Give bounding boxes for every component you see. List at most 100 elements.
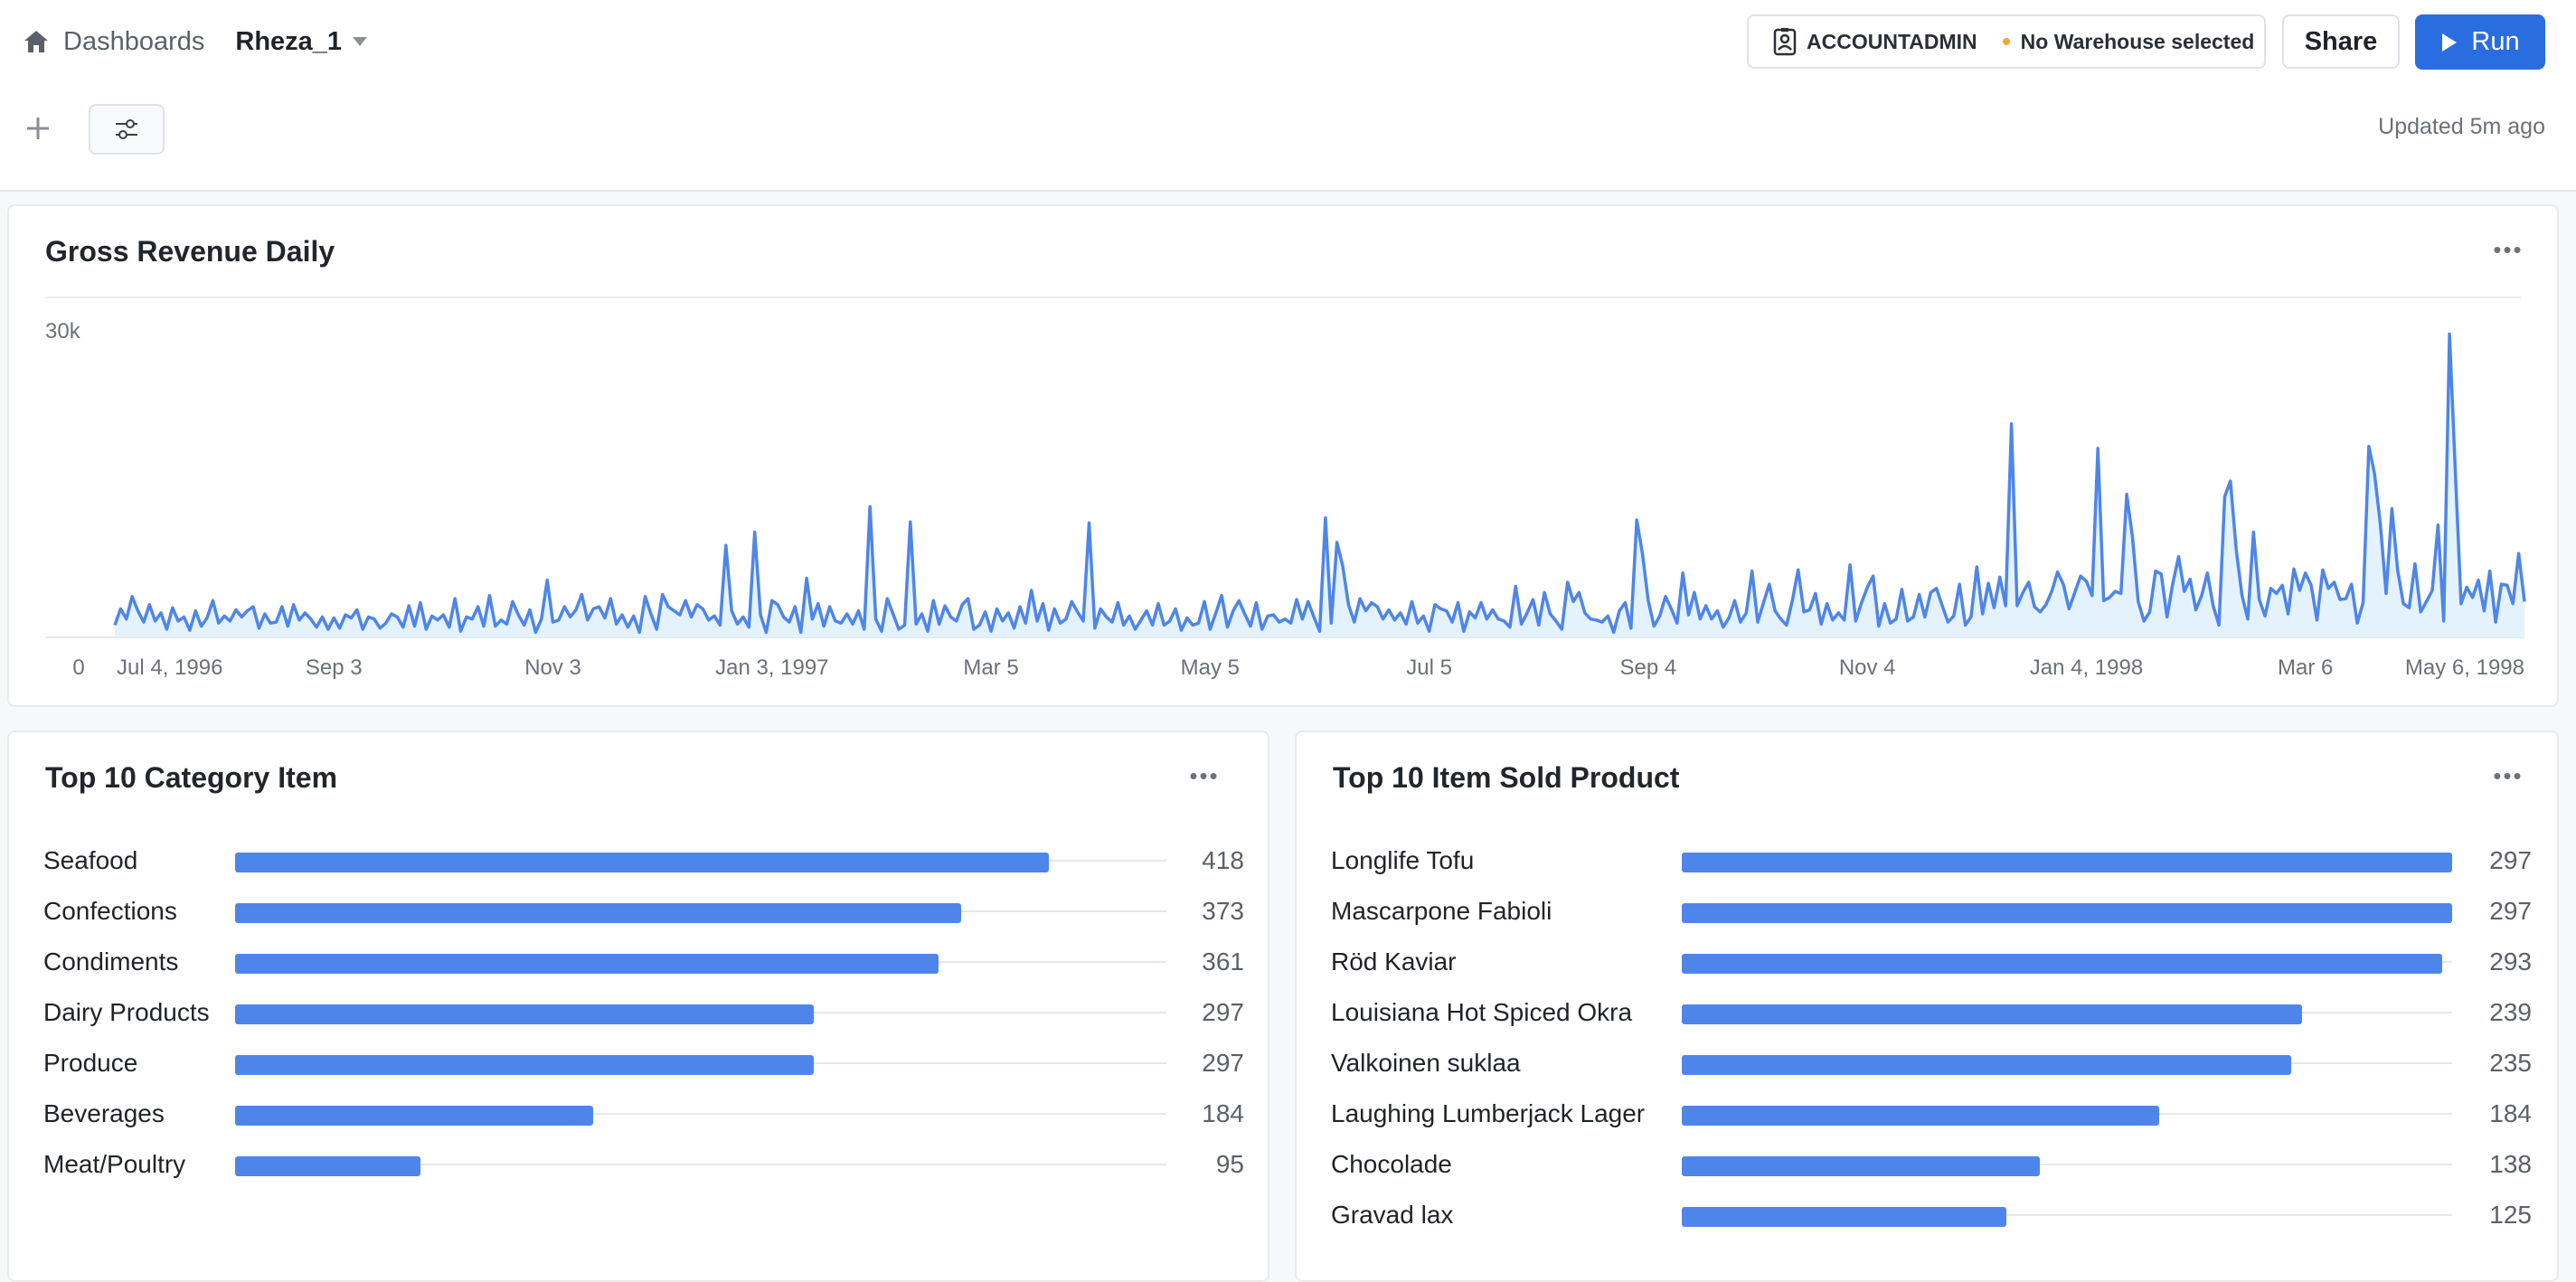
bar[interactable]	[1682, 954, 2442, 974]
bar-row: Mascarpone Fabioli 297	[1331, 886, 2534, 937]
revenue-chart-tile: Gross Revenue Daily ••• 30k 0 Jul 4, 1996 S…	[7, 204, 2559, 707]
bar-category-label: Condiments	[43, 947, 179, 976]
x-tick-label: Jan 4, 1998	[2030, 655, 2143, 680]
run-button[interactable]: Run	[2415, 14, 2545, 70]
plus-icon	[27, 118, 49, 139]
play-icon	[2442, 33, 2458, 52]
bar[interactable]	[1682, 1207, 2006, 1227]
category-bar-tile: Top 10 Category Item ••• Seafood 418 Confe…	[7, 731, 1269, 1282]
role-warehouse-selector[interactable]: ACCOUNTADMIN No Warehouse selected	[1747, 14, 2266, 69]
bar-category-label: Longlife Tofu	[1331, 846, 1475, 874]
bar-category-label: Seafood	[43, 846, 138, 874]
bar-category-label: Gravad lax	[1331, 1201, 1454, 1229]
last-updated-text: Updated 5m ago	[2378, 114, 2545, 139]
bar-value-label: 297	[2489, 897, 2532, 925]
bar-category-label: Valkoinen suklaa	[1331, 1049, 1521, 1077]
bar-row: Laughing Lumberjack Lager 184	[1331, 1089, 2534, 1139]
bar-row: Condiments 361	[43, 937, 1246, 987]
revenue-series-line	[113, 332, 2526, 635]
bar-value-label: 373	[1202, 897, 1244, 925]
breadcrumb-dashboards-link[interactable]: Dashboards	[63, 27, 204, 57]
more-horizontal-icon[interactable]: •••	[1183, 759, 1226, 792]
bar-row: Gravad lax 125	[1331, 1190, 2534, 1240]
bar[interactable]	[235, 853, 1050, 872]
tile-title: Top 10 Category Item	[45, 761, 338, 794]
role-name: ACCOUNTADMIN	[1807, 29, 1977, 53]
bar[interactable]	[1682, 1106, 2159, 1126]
home-icon[interactable]	[20, 25, 52, 58]
bar-row: Seafood 418	[43, 835, 1246, 886]
x-tick-label: Nov 3	[524, 655, 581, 680]
bar-category-label: Produce	[43, 1049, 138, 1077]
bar-row: Chocolade 138	[1331, 1139, 2534, 1190]
bar-category-label: Chocolade	[1331, 1150, 1452, 1178]
bar-row: Valkoinen suklaa 235	[1331, 1038, 2534, 1089]
bar-value-label: 235	[2489, 1049, 2532, 1077]
bar-category-label: Dairy Products	[43, 998, 210, 1026]
bar-row: Confections 373	[43, 886, 1246, 937]
add-tile-button[interactable]	[20, 110, 56, 146]
bar-category-label: Louisiana Hot Spiced Okra	[1331, 998, 1633, 1026]
bar[interactable]	[1682, 1156, 2040, 1176]
bar-row: Röd Kaviar 293	[1331, 937, 2534, 987]
bar-value-label: 297	[1202, 998, 1244, 1026]
product-bar-tile: Top 10 Item Sold Product ••• Longlife To…	[1295, 731, 2559, 1282]
bar-row: Dairy Products 297	[43, 987, 1246, 1038]
bar[interactable]	[235, 1156, 420, 1176]
bar-value-label: 293	[2489, 947, 2532, 976]
bar-category-label: Confections	[43, 897, 177, 925]
x-tick-label: Jul 4, 1996	[117, 655, 222, 680]
chevron-down-icon[interactable]	[353, 37, 368, 46]
x-tick-label: Jul 5	[1406, 655, 1452, 680]
share-button[interactable]: Share	[2282, 14, 2400, 69]
more-horizontal-icon[interactable]: •••	[2486, 759, 2530, 792]
x-tick-label: May 6, 1998	[2405, 655, 2524, 680]
bar-row: Longlife Tofu 297	[1331, 835, 2534, 886]
bar-value-label: 95	[1215, 1150, 1244, 1178]
x-tick-label: Sep 4	[1620, 655, 1677, 680]
bar-value-label: 138	[2489, 1150, 2532, 1178]
warehouse-status: No Warehouse selected	[2020, 29, 2255, 53]
x-tick-label: Jan 3, 1997	[715, 655, 828, 680]
dashboard-header: Dashboards Rheza_1 ACCOUNTADMIN No Wareh…	[0, 0, 2576, 192]
bar[interactable]	[235, 1106, 594, 1126]
bar-value-label: 184	[2489, 1099, 2532, 1127]
x-tick-label: Mar 5	[963, 655, 1018, 680]
x-tick-label: May 5	[1181, 655, 1240, 680]
bar-category-label: Meat/Poultry	[43, 1150, 186, 1178]
x-tick-label: Sep 3	[306, 655, 363, 680]
bar[interactable]	[1682, 903, 2452, 923]
x-tick-label: Mar 6	[2278, 655, 2333, 680]
bar-row: Produce 297	[43, 1038, 1246, 1089]
bar-row: Meat/Poultry 95	[43, 1139, 1246, 1190]
bar-value-label: 297	[2489, 846, 2532, 874]
bar[interactable]	[1682, 1055, 2292, 1075]
sliders-icon	[116, 119, 137, 139]
bar-category-label: Mascarpone Fabioli	[1331, 897, 1552, 925]
bar-value-label: 361	[1202, 947, 1244, 976]
bar[interactable]	[235, 903, 962, 923]
bar-value-label: 125	[2489, 1201, 2532, 1229]
bar[interactable]	[1682, 1004, 2302, 1024]
dashboard-name[interactable]: Rheza_1	[235, 27, 342, 57]
bar-value-label: 297	[1202, 1049, 1244, 1077]
bar[interactable]	[235, 1004, 814, 1024]
filters-button[interactable]	[89, 104, 165, 155]
tile-title: Top 10 Item Sold Product	[1333, 761, 1680, 794]
bar-value-label: 184	[1202, 1099, 1244, 1127]
bar[interactable]	[235, 954, 939, 974]
revenue-line-chart: 30k 0 Jul 4, 1996 Sep 3 Nov 3 Jan 3, 1997 Mar …	[45, 319, 2526, 680]
y-tick-label: 0	[72, 655, 84, 680]
bar-row: Louisiana Hot Spiced Okra 239	[1331, 987, 2534, 1038]
y-tick-label: 30k	[45, 319, 81, 344]
user-badge-icon	[1773, 28, 1797, 56]
run-button-label: Run	[2471, 27, 2520, 56]
bar-category-label: Beverages	[43, 1099, 165, 1127]
bar-category-label: Röd Kaviar	[1331, 947, 1457, 976]
breadcrumb: Dashboards Rheza_1	[20, 22, 368, 61]
bar[interactable]	[235, 1055, 814, 1075]
bar-category-label: Laughing Lumberjack Lager	[1331, 1099, 1646, 1127]
bar-row: Beverages 184	[43, 1089, 1246, 1139]
bar[interactable]	[1682, 853, 2452, 872]
x-tick-label: Nov 4	[1839, 655, 1896, 680]
